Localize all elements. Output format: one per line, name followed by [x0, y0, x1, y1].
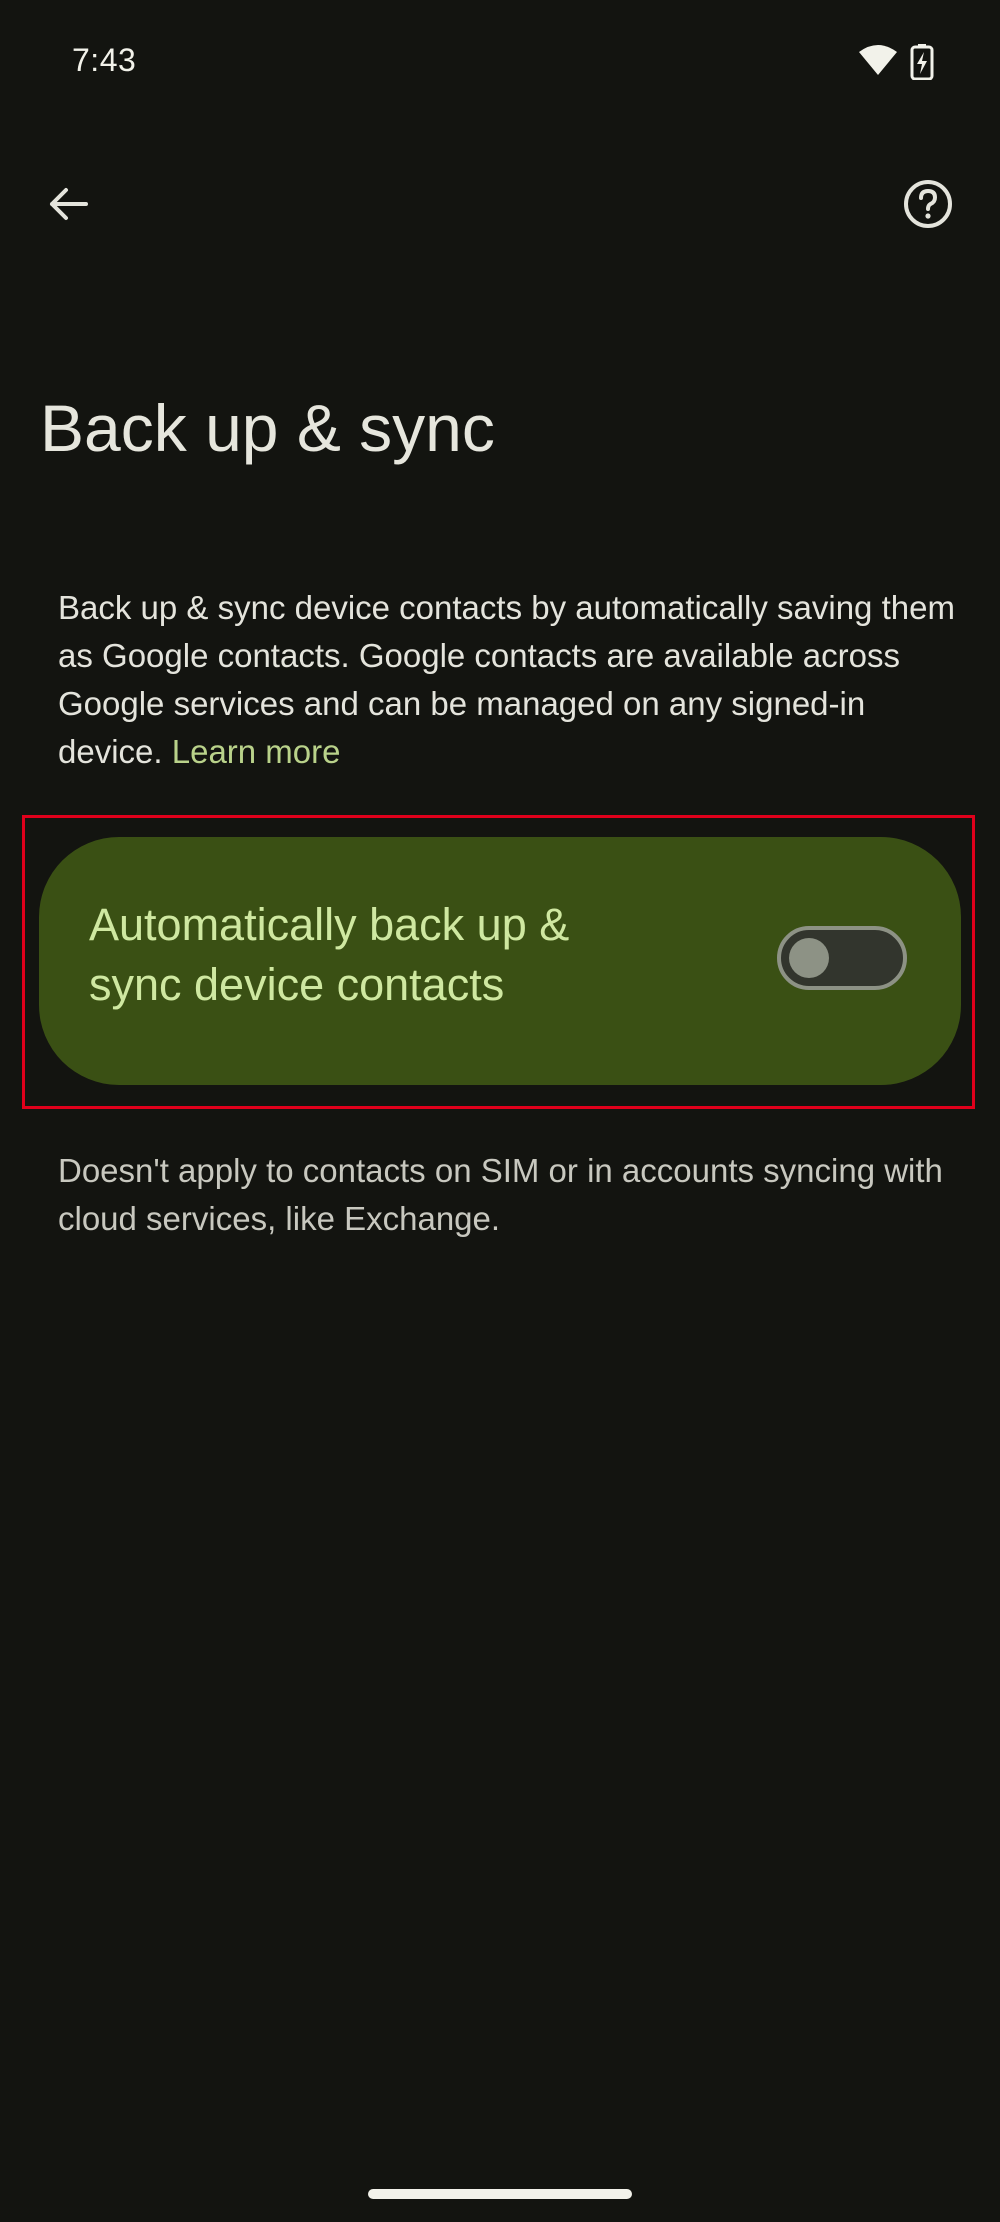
arrow-back-icon	[50, 188, 88, 220]
wifi-icon	[859, 45, 897, 75]
learn-more-link[interactable]: Learn more	[172, 733, 341, 770]
footnote-text: Doesn't apply to contacts on SIM or in a…	[58, 1152, 943, 1237]
home-indicator[interactable]	[368, 2189, 632, 2199]
auto-backup-toggle-label: Automatically back up & sync device cont…	[89, 899, 570, 1010]
status-bar: 7:43	[0, 0, 1000, 120]
switch-thumb	[789, 938, 829, 978]
help-circle-icon	[904, 180, 952, 228]
status-time: 7:43	[72, 42, 137, 78]
auto-backup-toggle-row[interactable]: Automatically back up & sync device cont…	[39, 837, 961, 1085]
auto-backup-switch[interactable]	[777, 926, 907, 990]
help-button[interactable]	[888, 164, 968, 244]
back-button[interactable]	[28, 164, 108, 244]
battery-charging-icon	[910, 44, 934, 80]
page-title: Back up & sync	[40, 391, 495, 465]
description-text: Back up & sync device contacts by automa…	[58, 584, 958, 776]
